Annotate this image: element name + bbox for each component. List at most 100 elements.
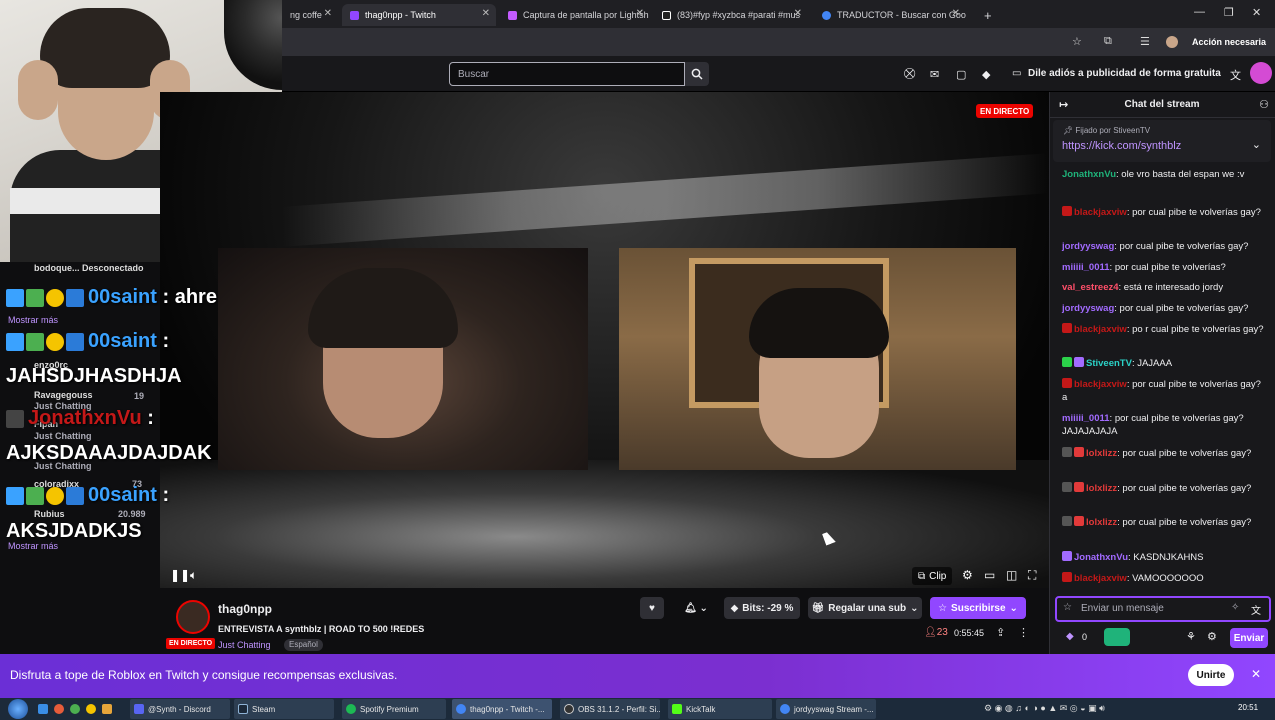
browser-tab-active[interactable]: thag0npp - Twitch ✕ <box>342 4 496 26</box>
pinned-link[interactable]: https://kick.com/synthblz <box>1062 140 1181 152</box>
minimize-icon[interactable]: — <box>1194 6 1205 18</box>
chat-username[interactable]: miiiii_0011 <box>1062 262 1110 273</box>
maximize-icon[interactable]: ❐ <box>1224 6 1234 19</box>
pinned-app-icon[interactable] <box>70 704 80 714</box>
pause-icon[interactable]: ❚❚ <box>170 568 190 582</box>
emote-icon[interactable]: ☆ <box>1063 602 1072 613</box>
join-button[interactable]: Unirte <box>1188 664 1234 686</box>
system-tray-icons[interactable]: ⚙ ◉ ◍ ♫ ◐ ◑ ● ▲ ✉ ◎ ◒ ▣ 🔊︎ <box>984 703 1105 714</box>
notifications-button[interactable]: 🔔︎ ⌄ <box>676 597 716 619</box>
bits-button[interactable]: ◆ Bits: -29 % <box>724 597 800 619</box>
steam-icon <box>238 704 248 714</box>
chat-username[interactable]: JonathxnVu <box>1062 169 1116 180</box>
chat-username[interactable]: blackjaxviw <box>1074 207 1127 218</box>
translate-icon[interactable]: 文 <box>1230 67 1241 83</box>
prime-crown-icon[interactable]: ⛒ <box>904 68 915 81</box>
browser-tab[interactable]: TRADUCTOR - Buscar con Goo ✕ <box>814 4 966 26</box>
extensions-icon[interactable]: ⧉ <box>1104 35 1112 48</box>
send-button[interactable]: Enviar <box>1230 628 1268 648</box>
browser-tab[interactable]: ng coffe ✕ <box>282 4 338 26</box>
pinned-app-icon[interactable] <box>38 704 48 714</box>
subscribe-button[interactable]: ☆ Suscribirse ⌄ <box>930 597 1026 619</box>
clip-button[interactable]: ⧉ Clip <box>912 567 953 585</box>
taskbar-item[interactable]: thag0npp - Twitch -... <box>452 699 552 719</box>
channel-name[interactable]: thag0npp <box>218 602 272 616</box>
volume-icon[interactable]: 🔈︎ <box>190 568 197 583</box>
whispers-icon[interactable]: ▢ <box>956 68 966 81</box>
taskbar-item[interactable]: Spotify Premium <box>342 699 446 719</box>
chest-bonus-button[interactable] <box>1104 628 1130 646</box>
theatre-mode-icon[interactable]: ▭ <box>984 568 995 582</box>
pinned-app-icon[interactable] <box>102 704 112 714</box>
settings-icon[interactable]: ⚙ <box>962 568 973 582</box>
ai-assist-icon[interactable]: ⚘ <box>1186 630 1196 643</box>
chat-username[interactable]: lolxlizz <box>1086 448 1117 459</box>
inbox-icon[interactable]: ✉ <box>930 68 939 81</box>
show-more-link[interactable]: Mostrar más <box>8 541 58 551</box>
chat-username[interactable]: blackjaxviw <box>1074 379 1127 390</box>
browser-tab[interactable]: (83)#fyp #xyzbca #parati #mus ✕ <box>654 4 808 26</box>
users-icon[interactable]: ⚇ <box>1259 98 1269 111</box>
chat-username: 00saint <box>88 484 157 506</box>
chat-username[interactable]: blackjaxviw <box>1074 573 1127 584</box>
taskbar-item[interactable]: OBS 31.1.2 - Perfil: Si... <box>560 699 660 719</box>
channel-avatar[interactable] <box>176 600 210 634</box>
chat-username[interactable]: JonathxnVu <box>1074 552 1128 563</box>
profile-avatar[interactable] <box>1166 36 1178 48</box>
chat-username[interactable]: val_estreez4 <box>1062 282 1119 293</box>
chat-username[interactable]: jordyyswag <box>1062 303 1114 314</box>
taskbar-item[interactable]: @Synth - Discord <box>130 699 230 719</box>
follow-heart-button[interactable]: ♥ <box>640 597 664 619</box>
collapse-chat-icon[interactable]: ↦ <box>1059 98 1068 111</box>
chat-username[interactable]: StiveenTV <box>1086 358 1132 369</box>
close-icon[interactable]: ✕ <box>794 8 802 19</box>
language-tag[interactable]: Español <box>284 639 323 651</box>
user-avatar[interactable] <box>1250 62 1272 84</box>
star-icon[interactable]: ☆ <box>1072 35 1082 48</box>
close-icon[interactable]: ✕ <box>324 8 332 19</box>
sidebar-toggle-icon[interactable]: ◫ <box>1006 568 1017 582</box>
chat-username[interactable]: lolxlizz <box>1086 483 1117 494</box>
browser-tab[interactable]: Captura de pantalla por Lightsh ✕ <box>500 4 650 26</box>
chat-username: 00saint <box>88 330 157 352</box>
show-more-link[interactable]: Mostrar más <box>8 315 58 325</box>
taskbar-item[interactable]: KickTalk <box>668 699 772 719</box>
translate-icon[interactable]: 文 <box>1251 602 1261 617</box>
crown-icon[interactable]: ◆ <box>982 68 990 81</box>
category-link[interactable]: Just Chatting <box>218 640 271 650</box>
channel-points-icon[interactable]: ◆ <box>1066 631 1074 642</box>
more-options-icon[interactable]: ⋮ <box>1018 626 1029 639</box>
sidebar-channel[interactable]: bodoque... Desconectado <box>34 263 144 273</box>
profile-action-label[interactable]: Acción necesaria <box>1192 37 1266 47</box>
chat-username[interactable]: miiiii_0011 <box>1062 413 1110 424</box>
chat-text: : por cual pibe te volverías gay? <box>1117 483 1252 494</box>
search-button[interactable] <box>685 62 709 86</box>
ad-free-link[interactable]: Dile adiós a publicidad de forma gratuit… <box>1028 68 1221 79</box>
search-input[interactable]: Buscar <box>449 62 685 86</box>
pinned-message[interactable]: 📌︎ Fijado por StiveenTV https://kick.com… <box>1053 120 1271 162</box>
chat-username[interactable]: lolxlizz <box>1086 517 1117 528</box>
chevron-down-icon[interactable]: ⌄ <box>1252 138 1261 151</box>
reading-list-icon[interactable]: ☰ <box>1140 35 1150 48</box>
close-icon[interactable]: ✕ <box>636 8 644 19</box>
new-tab-button[interactable]: + <box>976 4 994 26</box>
bits-cheer-icon[interactable]: ✧ <box>1231 602 1239 613</box>
sidebar-channel[interactable]: Ravagegouss <box>34 390 93 400</box>
pinned-app-icon[interactable] <box>86 704 96 714</box>
chat-settings-icon[interactable]: ⚙ <box>1207 630 1217 643</box>
chat-username[interactable]: blackjaxviw <box>1074 324 1127 335</box>
close-banner-icon[interactable]: ✕ <box>1251 667 1261 681</box>
close-icon[interactable]: ✕ <box>482 8 490 19</box>
pinned-app-icon[interactable] <box>54 704 64 714</box>
gift-sub-button[interactable]: 🎁︎ Regalar una sub ⌄ <box>808 597 922 619</box>
close-icon[interactable]: ✕ <box>952 8 960 19</box>
fullscreen-icon[interactable]: ⛶ <box>1028 568 1036 583</box>
badge-icon <box>6 332 24 351</box>
close-window-icon[interactable]: ✕ <box>1252 6 1261 19</box>
taskbar-item[interactable]: Steam <box>234 699 334 719</box>
sidebar-channel[interactable]: Rubius <box>34 509 65 519</box>
taskbar-item[interactable]: jordyyswag Stream -... <box>776 699 876 719</box>
share-icon[interactable]: ⇪ <box>996 626 1005 639</box>
chat-username[interactable]: jordyyswag <box>1062 241 1114 252</box>
start-button[interactable] <box>8 699 28 719</box>
